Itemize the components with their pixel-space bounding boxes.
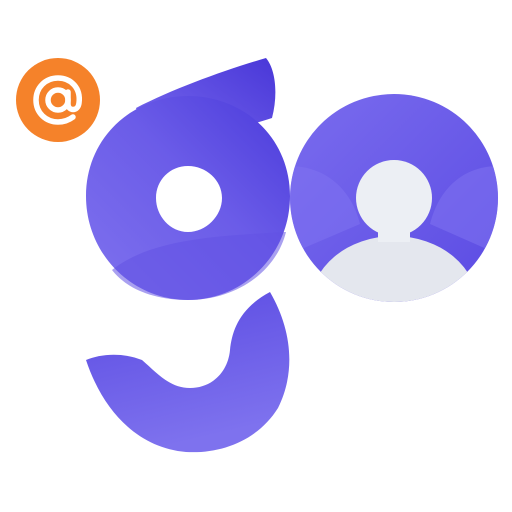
app-icon: [0, 0, 512, 512]
g-tail-shape: [86, 292, 290, 453]
user-avatar-icon: [290, 94, 498, 302]
at-sign-icon: [16, 58, 100, 142]
